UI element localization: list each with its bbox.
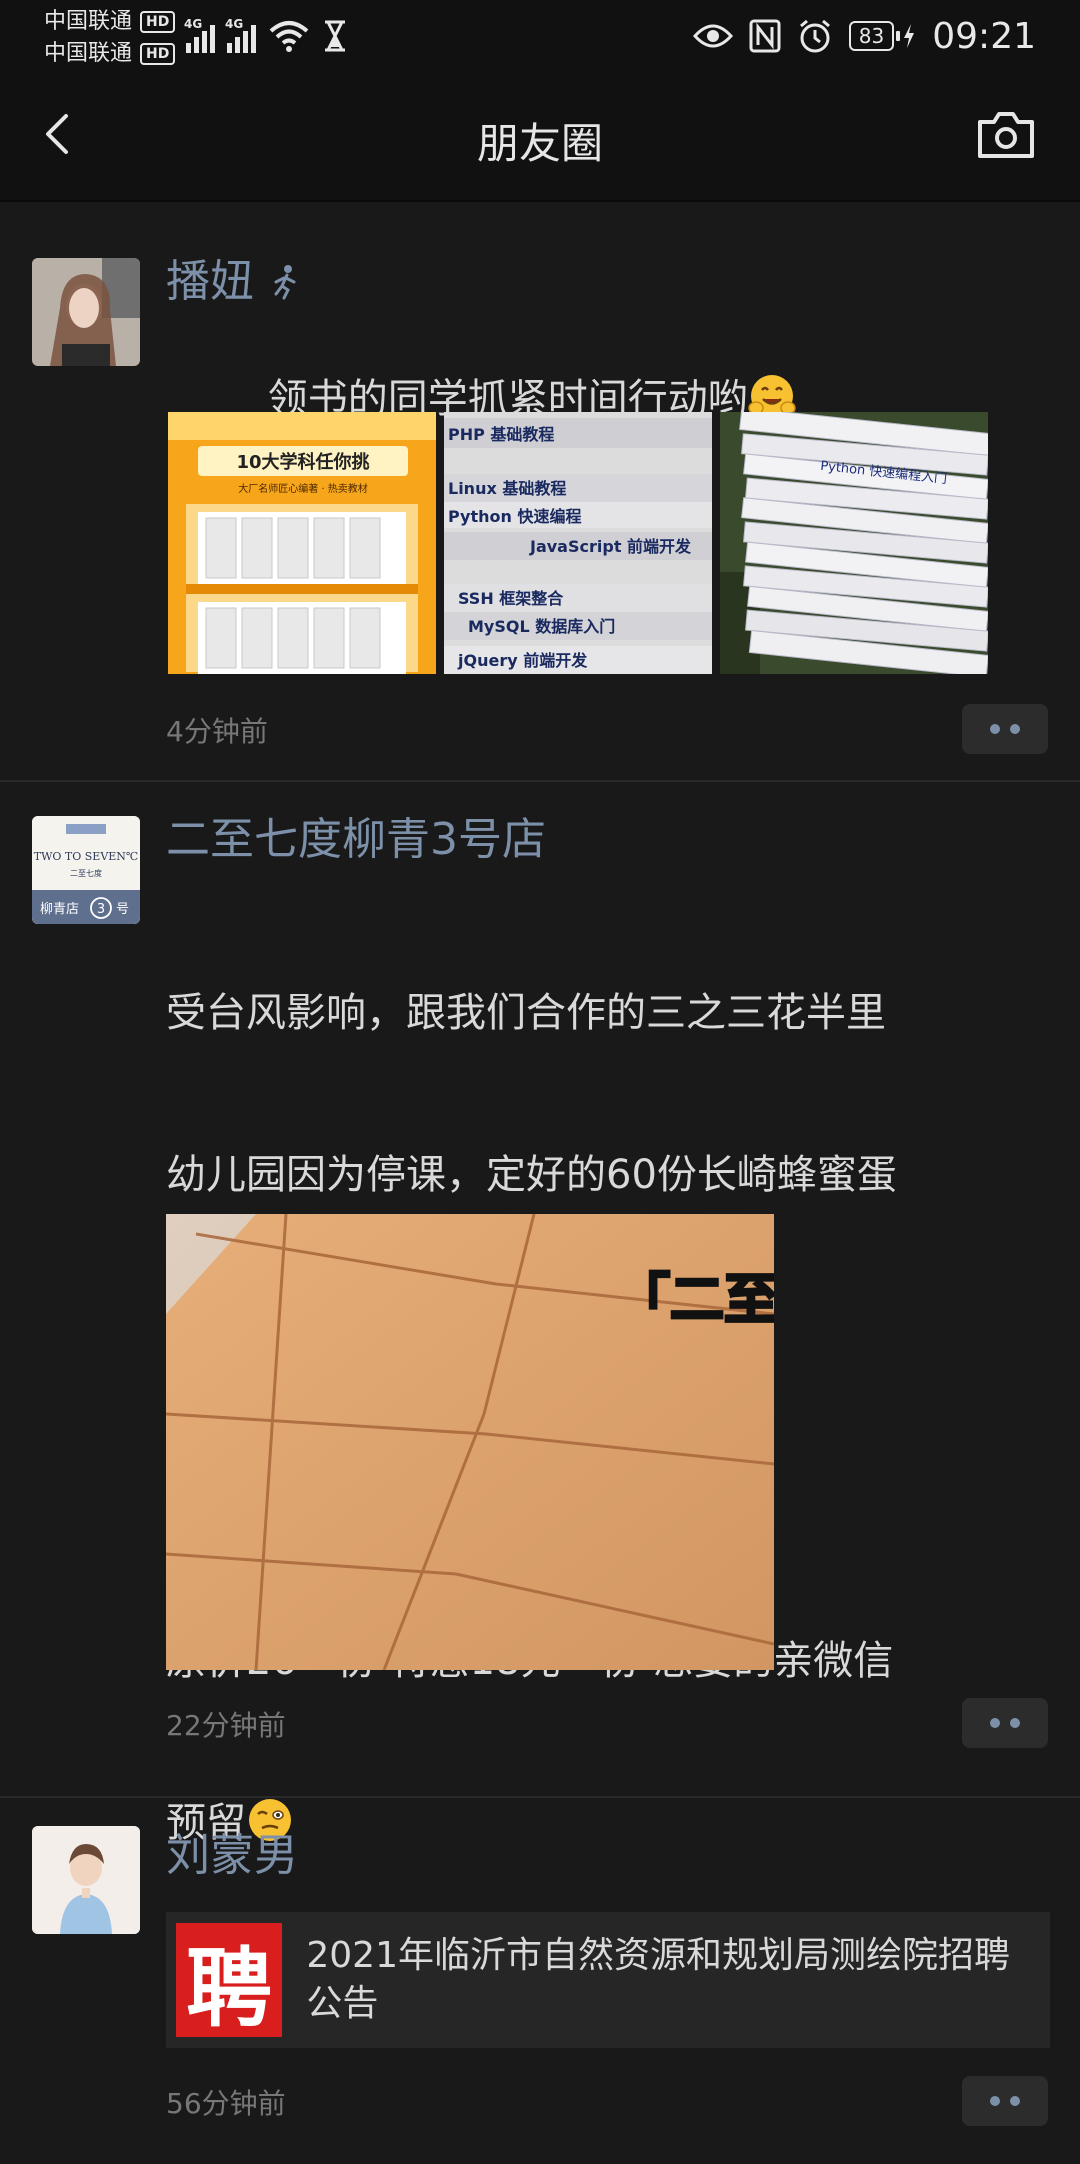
carrier-2: 中国联通 [44,41,133,66]
post-text-line: 幼儿园因为停课，定好的60份长崎蜂蜜蛋 [166,1152,897,1198]
moment-post: 播妞 领书的同学抓紧时间行动哟 10大学科任你挑 大厂名师匠心编著 · 热卖教材… [0,202,1080,782]
post-image[interactable]: 「二至 [166,1214,774,1670]
camera-button[interactable] [976,108,1036,162]
article-thumbnail-char: 聘 [186,1937,273,2039]
avatar-store: 柳青店 [40,902,79,917]
author-name: 播妞 [166,256,254,307]
moment-post: 刘蒙男 聘 2021年临沂市自然资源和规划局测绘院招聘公告 56分钟前 [0,1798,1080,2164]
book-spine: SSH 框架整合 [458,589,564,608]
signal-icon: 4G [184,17,215,53]
avatar[interactable]: TWO TO SEVEN℃ 二至七度 柳青店 3 号 [32,816,140,924]
post-text-line: 受台风影响，跟我们合作的三之三花半里 [166,990,886,1036]
more-options-button[interactable] [962,704,1048,754]
dot-icon [990,1718,1000,1728]
author-name: 刘蒙男 [166,1830,298,1881]
post-author[interactable]: 播妞 [166,252,1050,312]
status-bar: 中国联通 HD 中国联通 HD 4G 4G 83 09:21 [0,0,1080,72]
network-type: 4G [184,17,203,31]
signal-icon: 4G [225,17,256,53]
post-time: 4分钟前 [166,715,268,748]
book-spine: PHP 基础教程 [448,425,554,444]
avatar-image [32,258,140,366]
image-thumbnail[interactable]: 10大学科任你挑 大厂名师匠心编著 · 热卖教材 [168,412,436,674]
article-title: 2021年临沂市自然资源和规划局测绘院招聘公告 [306,1935,1010,2024]
clock: 09:21 [932,15,1036,57]
dot-icon [990,2096,1000,2106]
image-thumbnail[interactable]: Python 快速编程入门 [720,412,988,674]
charging-icon [904,24,915,48]
avatar-store-suffix: 号 [116,902,129,917]
status-icons: 4G 4G [184,14,348,58]
book-spine: JavaScript 前端开发 [529,537,692,556]
hd-badge: HD [140,43,176,65]
author-name: 二至七度柳青3号店 [166,814,546,865]
book-spine: Linux 基础教程 [448,479,566,498]
eye-icon [692,24,733,48]
avatar-brand: TWO TO SEVEN℃ [34,850,138,863]
book-spine: jQuery 前端开发 [457,651,588,670]
avatar[interactable] [32,258,140,366]
post-time: 56分钟前 [166,2087,286,2120]
dot-icon [1010,1718,1020,1728]
more-options-button[interactable] [962,2076,1048,2126]
wifi-icon [269,21,309,52]
carrier-1: 中国联通 [44,9,133,34]
avatar[interactable] [32,1826,140,1934]
image-thumbnail[interactable]: PHP 基础教程 Linux 基础教程 Python 快速编程 JavaScri… [444,412,712,674]
moments-feed: 播妞 领书的同学抓紧时间行动哟 10大学科任你挑 大厂名师匠心编著 · 热卖教材… [0,202,1080,2164]
image-grid: 10大学科任你挑 大厂名师匠心编著 · 热卖教材 PHP 基础教程 Linux … [168,412,988,674]
nav-bar: 朋友圈 [0,72,1080,202]
camera-icon [978,112,1034,158]
battery-level: 83 [848,21,895,51]
running-figure-icon [274,265,296,300]
avatar-subtitle: 二至七度 [70,868,102,878]
moment-post: TWO TO SEVEN℃ 二至七度 柳青店 3 号 二至七度柳青3号店 受台风… [0,782,1080,1846]
post-time: 22分钟前 [166,1709,286,1742]
network-type: 4G [225,17,244,31]
post-author[interactable]: 刘蒙男 [166,1826,1050,1886]
promo-title: 10大学科任你挑 [236,451,369,473]
video-overlay-text: 「二至 [616,1268,774,1331]
book-spine: MySQL 数据库入门 [468,617,615,636]
promo-subtitle: 大厂名师匠心编著 · 热卖教材 [238,482,368,495]
alarm-icon [799,19,830,53]
more-options-button[interactable] [962,1698,1048,1748]
carrier-info: 中国联通 HD 中国联通 HD [44,6,176,70]
status-right: 83 09:21 [692,10,1036,62]
battery-icon: 83 [848,21,916,51]
hd-badge: HD [140,11,176,33]
avatar-store-number: 3 [97,902,105,917]
nfc-icon [749,19,781,53]
hourglass-icon [325,20,345,52]
dot-icon [1010,2096,1020,2106]
page-title: 朋友圈 [476,119,603,168]
dot-icon [1010,724,1020,734]
post-author[interactable]: 二至七度柳青3号店 [166,810,1050,870]
book-spine: Python 快速编程 [448,507,581,526]
dot-icon [990,724,1000,734]
article-thumbnail: 聘 [176,1923,283,2039]
shared-article-card[interactable]: 聘 2021年临沂市自然资源和规划局测绘院招聘公告 [166,1912,1050,2048]
